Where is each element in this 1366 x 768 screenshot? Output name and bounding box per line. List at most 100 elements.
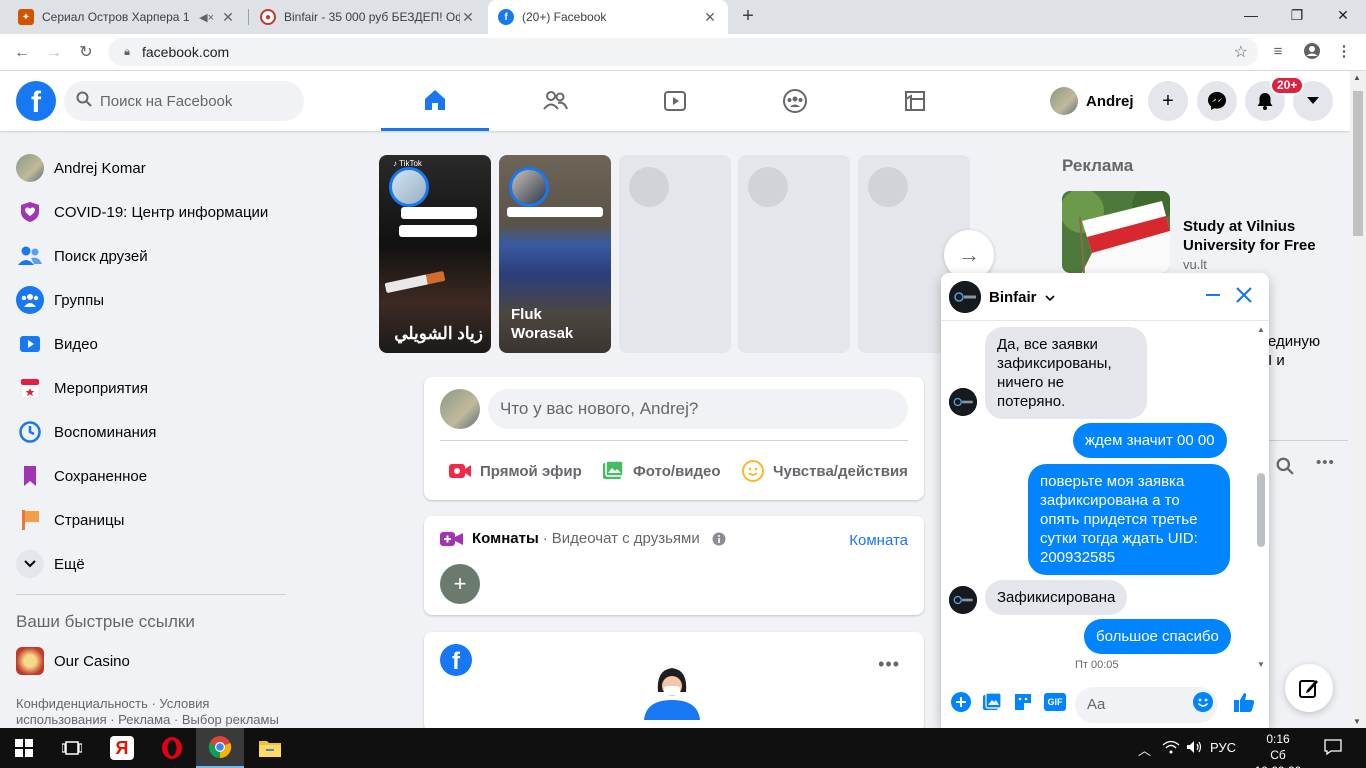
close-chat-button[interactable] <box>1232 285 1256 309</box>
message-incoming[interactable]: Да, все заявки зафиксированы, ничего не … <box>985 327 1147 419</box>
chat-contact-name[interactable]: Binfair <box>989 289 1055 306</box>
minimize-window-button[interactable]: — <box>1228 0 1274 30</box>
browser-tab-1[interactable]: ✦ Сериал Остров Харпера 1 с ◀× ✕ <box>8 0 246 34</box>
browser-tab-3[interactable]: f (20+) Facebook ✕ <box>488 0 728 34</box>
photo-video-button[interactable]: Фото/видео <box>601 453 721 489</box>
nav-tab-groups[interactable] <box>741 71 849 131</box>
sticker-icon[interactable] <box>1011 690 1035 714</box>
chat-scrollbar[interactable]: ▲ ▼ <box>1255 325 1267 669</box>
create-button[interactable]: + <box>1148 81 1188 121</box>
more-options-icon[interactable]: ••• <box>878 654 900 675</box>
taskbar-chrome[interactable] <box>196 728 244 768</box>
facebook-logo-icon[interactable]: f <box>16 81 56 121</box>
minimize-chat-button[interactable] <box>1201 285 1225 309</box>
emoji-icon[interactable] <box>1191 690 1215 714</box>
message-incoming[interactable]: Зафикисирована <box>985 580 1128 615</box>
composer-input[interactable]: Что у вас нового, Andrej? <box>488 389 908 429</box>
sidebar-item-profile[interactable]: Andrej Komar <box>8 146 292 190</box>
close-tab-icon[interactable]: ✕ <box>460 9 476 26</box>
feeling-button[interactable]: Чувства/действия <box>741 453 908 489</box>
avatar <box>16 154 44 182</box>
volume-icon[interactable] <box>1186 740 1204 757</box>
minus-icon <box>1206 294 1220 296</box>
maximize-window-button[interactable]: ❐ <box>1274 0 1320 30</box>
close-window-button[interactable]: ✕ <box>1320 0 1366 30</box>
bookmark-star-icon[interactable]: ☆ <box>1234 42 1248 62</box>
gif-button[interactable]: GIF <box>1042 690 1068 714</box>
taskbar-opera[interactable] <box>148 728 196 768</box>
sidebar-item-memories[interactable]: Воспоминания <box>8 410 292 454</box>
forward-button[interactable]: → <box>42 41 66 65</box>
network-icon[interactable] <box>1162 740 1180 757</box>
sidebar-item-more[interactable]: Ещё <box>8 542 292 586</box>
reading-list-icon[interactable]: ≡ <box>1268 42 1288 62</box>
scroll-up-arrow-icon[interactable]: ▲ <box>1353 73 1361 82</box>
tray-overflow-icon[interactable]: ︿ <box>1138 740 1151 759</box>
task-view-button[interactable] <box>48 728 96 768</box>
lock-icon[interactable]: 🔒︎ <box>120 46 134 59</box>
messenger-button[interactable] <box>1197 81 1237 121</box>
scroll-down-arrow-icon[interactable]: ▼ <box>1257 660 1265 669</box>
back-button[interactable]: ← <box>10 41 34 65</box>
close-tab-icon[interactable]: ✕ <box>220 9 236 26</box>
chat-scroll-thumb[interactable] <box>1257 473 1265 547</box>
sidebar-item-events[interactable]: Мероприятия <box>8 366 292 410</box>
contacts-search-icon[interactable] <box>1276 457 1294 480</box>
live-video-button[interactable]: Прямой эфир <box>448 453 582 489</box>
story-card[interactable]: ♪ TikTok زياد الشويلي <box>379 155 491 353</box>
nav-tab-gaming[interactable] <box>861 71 969 131</box>
create-room-link[interactable]: Комната <box>849 532 908 549</box>
info-icon[interactable] <box>712 532 726 546</box>
bell-icon <box>1257 93 1273 110</box>
footer-links[interactable]: Конфиденциальность · Условия использован… <box>16 696 286 728</box>
nav-tab-home[interactable] <box>381 71 489 131</box>
profile-chip[interactable]: Andrej <box>1046 83 1142 119</box>
photo-attach-icon[interactable] <box>980 690 1004 714</box>
shortcuts-heading: Ваши быстрые ссылки <box>16 612 195 631</box>
sidebar-item-friends[interactable]: Поиск друзей <box>8 234 292 278</box>
sidebar-item-saved[interactable]: Сохраненное <box>8 454 292 498</box>
facebook-search[interactable] <box>64 81 304 121</box>
binfair-avatar[interactable] <box>949 281 981 313</box>
shortcut-our-casino[interactable]: Our Casino <box>8 639 292 683</box>
new-message-button[interactable] <box>1285 664 1333 712</box>
folder-icon <box>259 741 281 757</box>
search-input[interactable] <box>100 92 290 110</box>
like-thumbs-up-icon[interactable] <box>1232 690 1256 714</box>
message-outgoing[interactable]: большое спасибо <box>1084 619 1231 654</box>
message-outgoing[interactable]: поверьте моя заявка зафиксирована а то о… <box>1028 464 1230 575</box>
taskbar-yandex-browser[interactable]: Я <box>98 728 146 768</box>
add-room-button[interactable]: + <box>440 564 480 604</box>
nav-tab-friends[interactable] <box>501 71 609 131</box>
sidebar-item-pages[interactable]: Страницы <box>8 498 292 542</box>
page-scrollbar[interactable]: ▲ ▼ <box>1350 71 1366 728</box>
scroll-up-arrow-icon[interactable]: ▲ <box>1257 325 1265 334</box>
sidebar-item-covid[interactable]: COVID-19: Центр информации <box>8 190 292 234</box>
input-language-indicator[interactable]: РУС <box>1210 740 1236 755</box>
sidebar-item-groups[interactable]: Группы <box>8 278 292 322</box>
scrollbar-thumb[interactable] <box>1353 91 1363 236</box>
close-tab-icon[interactable]: ✕ <box>702 9 718 26</box>
contacts-more-icon[interactable]: ••• <box>1316 454 1335 471</box>
message-outgoing[interactable]: ждем значит 00 00 <box>1073 423 1227 458</box>
ad-image[interactable] <box>1062 191 1170 273</box>
ad-title[interactable]: Study at Vilnius University for Free <box>1183 217 1343 255</box>
start-button[interactable] <box>0 728 48 768</box>
new-tab-button[interactable]: + <box>737 5 759 27</box>
address-bar[interactable]: 🔒︎ facebook.com ☆ <box>108 38 1258 66</box>
taskbar-clock[interactable]: 0:16 Сб 19.09.20 <box>1248 731 1308 768</box>
more-actions-plus-icon[interactable] <box>949 690 973 714</box>
action-center-icon[interactable] <box>1324 738 1342 759</box>
scroll-down-arrow-icon[interactable]: ▼ <box>1353 717 1361 726</box>
browser-menu-icon[interactable]: ⋮ <box>1334 42 1354 62</box>
opera-icon <box>162 737 182 759</box>
sidebar-item-label: Видео <box>54 335 98 353</box>
speaker-muted-icon[interactable]: ◀× <box>199 11 214 24</box>
taskbar-file-explorer[interactable] <box>246 728 294 768</box>
nav-tab-watch[interactable] <box>621 71 729 131</box>
sidebar-item-video[interactable]: Видео <box>8 322 292 366</box>
story-card[interactable]: Fluk Worasak <box>499 155 611 353</box>
reload-button[interactable]: ↻ <box>74 41 98 65</box>
profile-icon[interactable] <box>1302 42 1322 62</box>
browser-tab-2[interactable]: ● Binfair - 35 000 руб БЕЗДЕП! Оф ✕ <box>250 0 486 34</box>
